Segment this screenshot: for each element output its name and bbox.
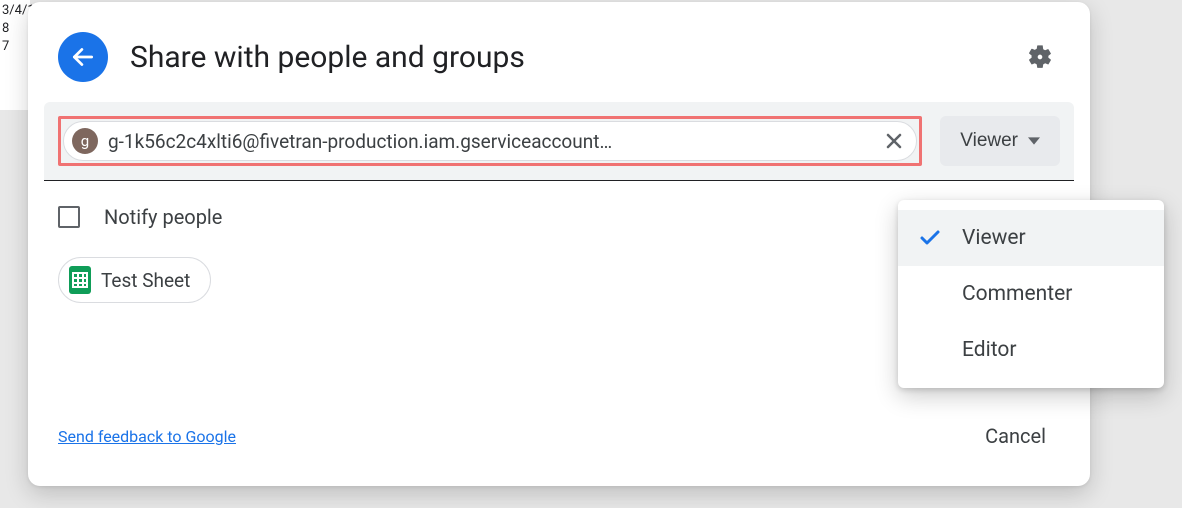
arrow-left-icon xyxy=(70,44,96,70)
role-selector-label: Viewer xyxy=(960,130,1018,152)
gear-icon xyxy=(1026,43,1054,71)
role-option-label: Commenter xyxy=(962,282,1072,306)
role-selector-button[interactable]: Viewer xyxy=(940,116,1060,166)
people-input-area: g g-1k56c2c4xlti6@fivetran-production.ia… xyxy=(44,102,1074,180)
role-option-label: Viewer xyxy=(962,226,1026,250)
person-chip[interactable]: g g-1k56c2c4xlti6@fivetran-production.ia… xyxy=(63,121,917,161)
feedback-link[interactable]: Send feedback to Google xyxy=(58,427,236,446)
notify-label: Notify people xyxy=(104,205,222,229)
notify-checkbox[interactable] xyxy=(58,206,80,228)
bg-cell: 7 xyxy=(2,38,28,56)
highlight-annotation: g g-1k56c2c4xlti6@fivetran-production.ia… xyxy=(58,116,922,166)
chip-avatar: g xyxy=(72,128,98,154)
role-option-label: Editor xyxy=(962,338,1016,362)
dialog-title: Share with people and groups xyxy=(130,40,1020,75)
bg-cell: 3/4/1983 xyxy=(2,2,28,20)
chip-remove-button[interactable] xyxy=(882,129,906,153)
role-dropdown-menu: Viewer Commenter Editor xyxy=(898,200,1164,388)
check-icon xyxy=(918,226,942,250)
bg-cell: 8 xyxy=(2,20,28,38)
chip-email: g-1k56c2c4xlti6@fivetran-production.iam.… xyxy=(108,130,872,153)
dialog-header: Share with people and groups xyxy=(28,2,1090,102)
bg-cells: 3/4/1983 8 7 xyxy=(0,0,30,110)
role-option-commenter[interactable]: Commenter xyxy=(898,266,1164,322)
back-button[interactable] xyxy=(58,32,108,82)
close-icon xyxy=(882,129,906,153)
role-option-editor[interactable]: Editor xyxy=(898,322,1164,378)
attachment-name: Test Sheet xyxy=(101,269,190,292)
cancel-button[interactable]: Cancel xyxy=(971,416,1060,456)
settings-button[interactable] xyxy=(1020,37,1060,77)
sheets-icon xyxy=(69,266,91,294)
attachment-chip[interactable]: Test Sheet xyxy=(58,257,211,303)
caret-down-icon xyxy=(1028,135,1040,147)
role-option-viewer[interactable]: Viewer xyxy=(898,210,1164,266)
check-indicator xyxy=(918,226,962,250)
dialog-footer: Send feedback to Google Cancel xyxy=(58,416,1060,456)
